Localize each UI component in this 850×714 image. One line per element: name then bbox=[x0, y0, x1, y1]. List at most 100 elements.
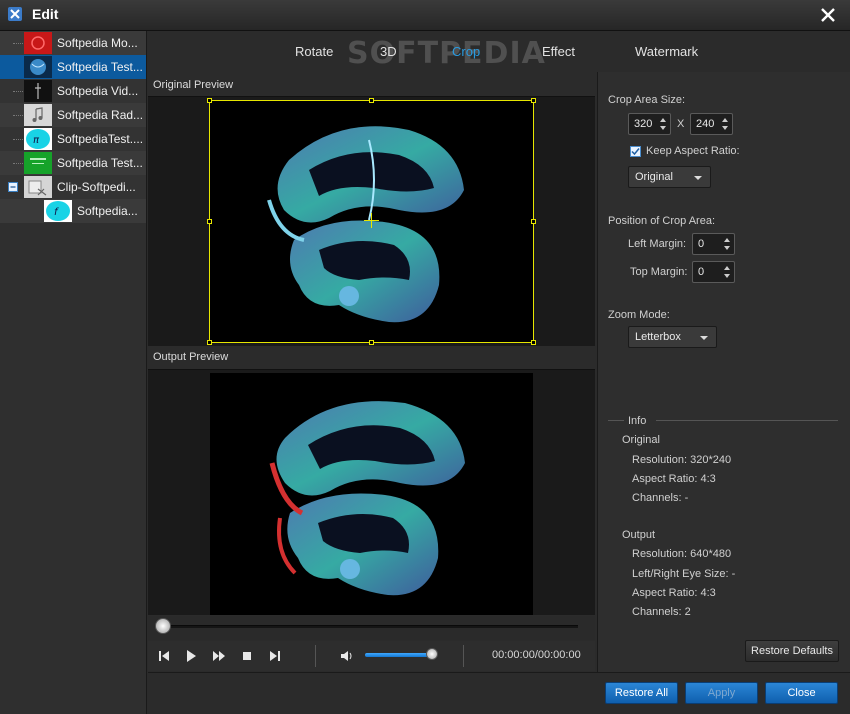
volume-handle[interactable] bbox=[426, 648, 438, 660]
chevron-down-icon bbox=[694, 176, 702, 180]
fast-forward-icon[interactable] bbox=[211, 648, 227, 664]
skip-back-icon[interactable] bbox=[156, 648, 172, 664]
crop-height-value: 240 bbox=[696, 118, 715, 130]
keep-aspect-checkbox[interactable] bbox=[630, 146, 641, 157]
crop-width-stepper[interactable]: 320 bbox=[628, 113, 671, 135]
tab-effect[interactable]: Effect bbox=[542, 44, 575, 59]
stepper-arrows-icon[interactable] bbox=[721, 116, 729, 132]
output-aspect-ratio: Aspect Ratio: 4:3 bbox=[632, 587, 716, 599]
crop-selection-box[interactable] bbox=[209, 100, 534, 343]
zoom-mode-value: Letterbox bbox=[635, 331, 681, 343]
file-item-label: Softpedia... bbox=[77, 204, 138, 218]
play-icon[interactable] bbox=[183, 648, 199, 664]
stop-icon[interactable] bbox=[239, 648, 255, 664]
svg-text:π: π bbox=[33, 135, 40, 146]
file-item[interactable]: Softpedia Test... bbox=[0, 151, 146, 175]
top-margin-label: Top Margin: bbox=[630, 266, 688, 278]
bottom-bar: Restore All Apply Close bbox=[148, 672, 850, 714]
skip-forward-icon[interactable] bbox=[267, 648, 283, 664]
crop-handle-bm[interactable] bbox=[369, 340, 374, 345]
file-item[interactable]: Softpedia Rad... bbox=[0, 103, 146, 127]
cyan-thumb-icon: f bbox=[44, 200, 72, 222]
crop-handle-br[interactable] bbox=[531, 340, 536, 345]
file-list: Softpedia Mo... Softpedia Test... Softpe… bbox=[0, 31, 147, 714]
output-preview-label: Output Preview bbox=[153, 351, 229, 363]
file-item-label: Clip-Softpedi... bbox=[57, 180, 136, 194]
file-item-child[interactable]: f Softpedia... bbox=[0, 199, 146, 223]
top-margin-stepper[interactable]: 0 bbox=[692, 261, 735, 283]
tab-watermark[interactable]: Watermark bbox=[635, 44, 698, 59]
stepper-arrows-icon[interactable] bbox=[723, 264, 731, 280]
tab-rotate[interactable]: Rotate bbox=[295, 44, 333, 59]
original-resolution: Resolution: 320*240 bbox=[632, 454, 732, 466]
music-note-icon bbox=[24, 104, 52, 126]
crop-position-label: Position of Crop Area: bbox=[608, 215, 716, 227]
stepper-arrows-icon[interactable] bbox=[723, 236, 731, 252]
tree-connector bbox=[13, 43, 23, 44]
aspect-ratio-dropdown[interactable]: Original bbox=[628, 166, 711, 188]
tree-connector bbox=[13, 91, 23, 92]
close-button[interactable]: Close bbox=[765, 682, 838, 704]
restore-defaults-button[interactable]: Restore Defaults bbox=[745, 640, 839, 662]
crop-handle-tl[interactable] bbox=[207, 98, 212, 103]
crop-handle-ml[interactable] bbox=[207, 219, 212, 224]
file-item-label: Softpedia Rad... bbox=[57, 108, 144, 122]
file-item[interactable]: Softpedia Vid... bbox=[0, 79, 146, 103]
file-item-label: Softpedia Mo... bbox=[57, 36, 138, 50]
left-margin-value: 0 bbox=[698, 238, 705, 250]
stepper-arrows-icon[interactable] bbox=[659, 116, 667, 132]
file-item[interactable]: Softpedia Mo... bbox=[0, 31, 146, 55]
tab-crop[interactable]: Crop bbox=[452, 44, 480, 59]
separator bbox=[315, 645, 316, 667]
edit-tabs: SOFTPEDIA Rotate 3D Crop Effect Watermar… bbox=[148, 31, 850, 72]
aspect-ratio-value: Original bbox=[635, 171, 673, 183]
restore-all-button[interactable]: Restore All bbox=[605, 682, 678, 704]
volume-icon[interactable] bbox=[339, 648, 355, 664]
crop-handle-tr[interactable] bbox=[531, 98, 536, 103]
volume-slider[interactable] bbox=[365, 653, 435, 657]
crop-width-value: 320 bbox=[634, 118, 653, 130]
title-bar: Edit bbox=[0, 0, 850, 31]
softpedia-watermark: SOFTPEDIA bbox=[347, 36, 546, 71]
zoom-mode-label: Zoom Mode: bbox=[608, 309, 670, 321]
fractal-image bbox=[269, 401, 465, 596]
info-divider bbox=[608, 420, 624, 421]
red-thumb-icon bbox=[24, 32, 52, 54]
crop-settings-panel: Crop Area Size: 320 X 240 Keep Aspect Ra… bbox=[597, 72, 850, 672]
crop-area-size-label: Crop Area Size: bbox=[608, 94, 686, 106]
checkmark-icon bbox=[631, 148, 640, 156]
crop-height-stepper[interactable]: 240 bbox=[690, 113, 733, 135]
seek-track[interactable] bbox=[156, 625, 578, 628]
original-preview-label: Original Preview bbox=[153, 79, 234, 91]
file-item[interactable]: π SoftpediaTest.... bbox=[0, 127, 146, 151]
top-margin-value: 0 bbox=[698, 266, 705, 278]
tab-3d[interactable]: 3D bbox=[380, 44, 397, 59]
crop-handle-bl[interactable] bbox=[207, 340, 212, 345]
original-aspect-ratio: Aspect Ratio: 4:3 bbox=[632, 473, 716, 485]
tree-connector bbox=[13, 163, 23, 164]
original-preview bbox=[148, 96, 595, 346]
app-icon bbox=[8, 7, 22, 21]
seek-handle[interactable] bbox=[155, 618, 171, 634]
original-channels: Channels: - bbox=[632, 492, 689, 504]
seek-bar[interactable] bbox=[148, 616, 595, 640]
crop-handle-tm[interactable] bbox=[369, 98, 374, 103]
left-margin-stepper[interactable]: 0 bbox=[692, 233, 735, 255]
zoom-mode-dropdown[interactable]: Letterbox bbox=[628, 326, 717, 348]
left-margin-label: Left Margin: bbox=[628, 238, 687, 250]
info-divider bbox=[656, 420, 838, 421]
output-channels: Channels: 2 bbox=[632, 606, 691, 618]
crop-handle-mr[interactable] bbox=[531, 219, 536, 224]
close-icon[interactable] bbox=[818, 5, 838, 25]
crosshair-icon bbox=[364, 213, 379, 228]
dark-thumb-icon bbox=[24, 80, 52, 102]
file-item-group[interactable]: Clip-Softpedi... bbox=[0, 175, 146, 199]
apply-button[interactable]: Apply bbox=[685, 682, 758, 704]
separator bbox=[463, 645, 464, 667]
file-item-label: Softpedia Test... bbox=[57, 156, 143, 170]
clip-thumb-icon bbox=[24, 176, 52, 198]
file-item-selected[interactable]: Softpedia Test... bbox=[0, 55, 146, 79]
tree-connector bbox=[13, 115, 23, 116]
info-heading: Info bbox=[628, 415, 647, 427]
collapse-icon[interactable] bbox=[8, 182, 18, 192]
